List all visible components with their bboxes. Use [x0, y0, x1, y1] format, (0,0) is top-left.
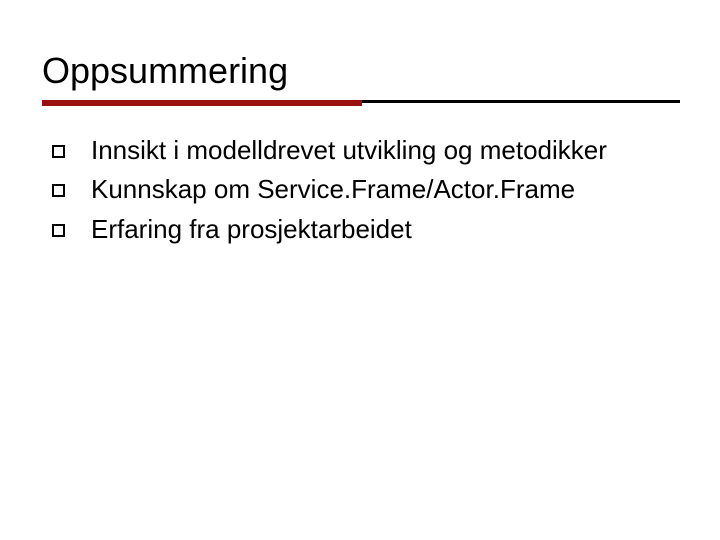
- square-bullet-icon: [52, 145, 65, 158]
- list-item: Innsikt i modelldrevet utvikling og meto…: [52, 134, 680, 167]
- list-item: Kunnskap om Service.Frame/Actor.Frame: [52, 173, 680, 206]
- square-bullet-icon: [52, 184, 65, 197]
- underline-accent: [42, 100, 362, 106]
- list-item: Erfaring fra prosjektarbeidet: [52, 213, 680, 246]
- slide: Oppsummering Innsikt i modelldrevet utvi…: [0, 0, 720, 540]
- title-underline: [42, 100, 680, 106]
- square-bullet-icon: [52, 224, 65, 237]
- bullet-text: Kunnskap om Service.Frame/Actor.Frame: [91, 173, 680, 206]
- slide-title: Oppsummering: [42, 50, 680, 92]
- bullet-text: Erfaring fra prosjektarbeidet: [91, 213, 680, 246]
- bullet-text: Innsikt i modelldrevet utvikling og meto…: [91, 134, 680, 167]
- bullet-list: Innsikt i modelldrevet utvikling og meto…: [52, 134, 680, 246]
